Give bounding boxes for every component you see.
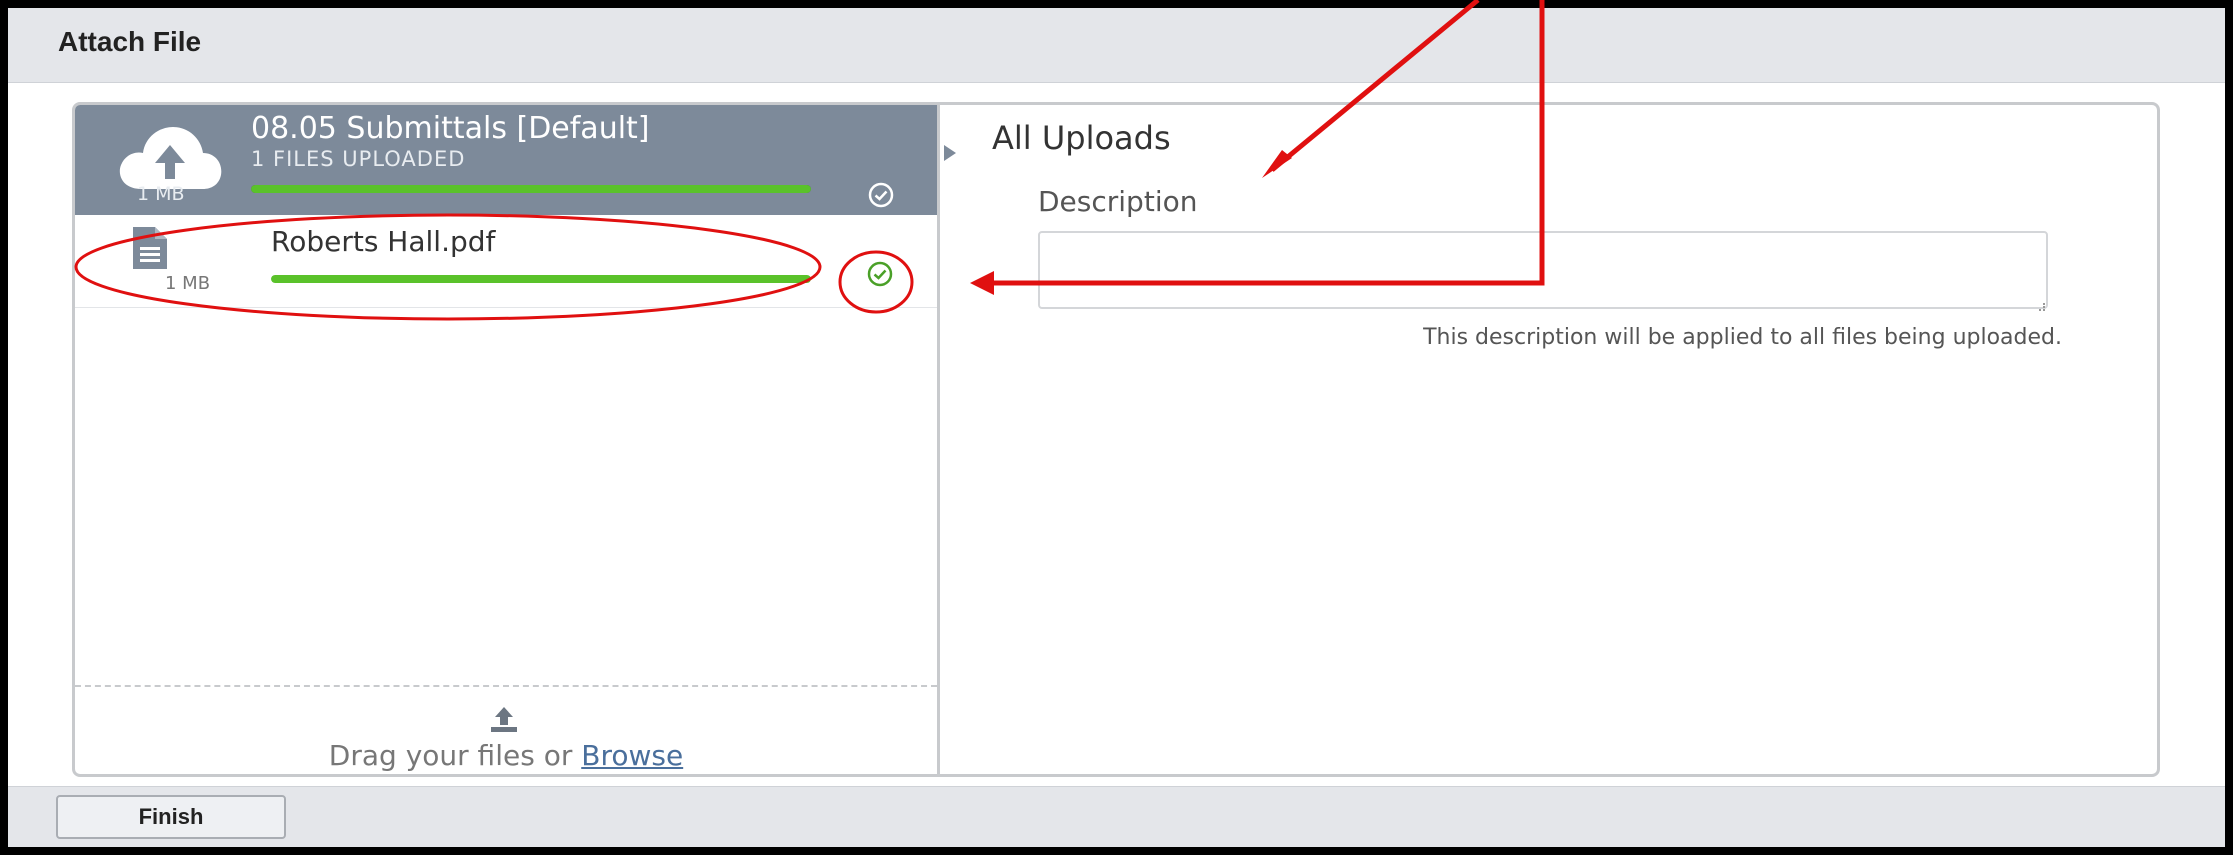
annotation-overlay (74, 0, 1545, 321)
annotation-arrow-line (986, 0, 1545, 286)
annotation-arrow-line (1270, 0, 1480, 172)
annotation-arrowhead (970, 271, 994, 295)
annotation-circle-check (838, 250, 914, 314)
annotation-circle-file (74, 213, 822, 321)
